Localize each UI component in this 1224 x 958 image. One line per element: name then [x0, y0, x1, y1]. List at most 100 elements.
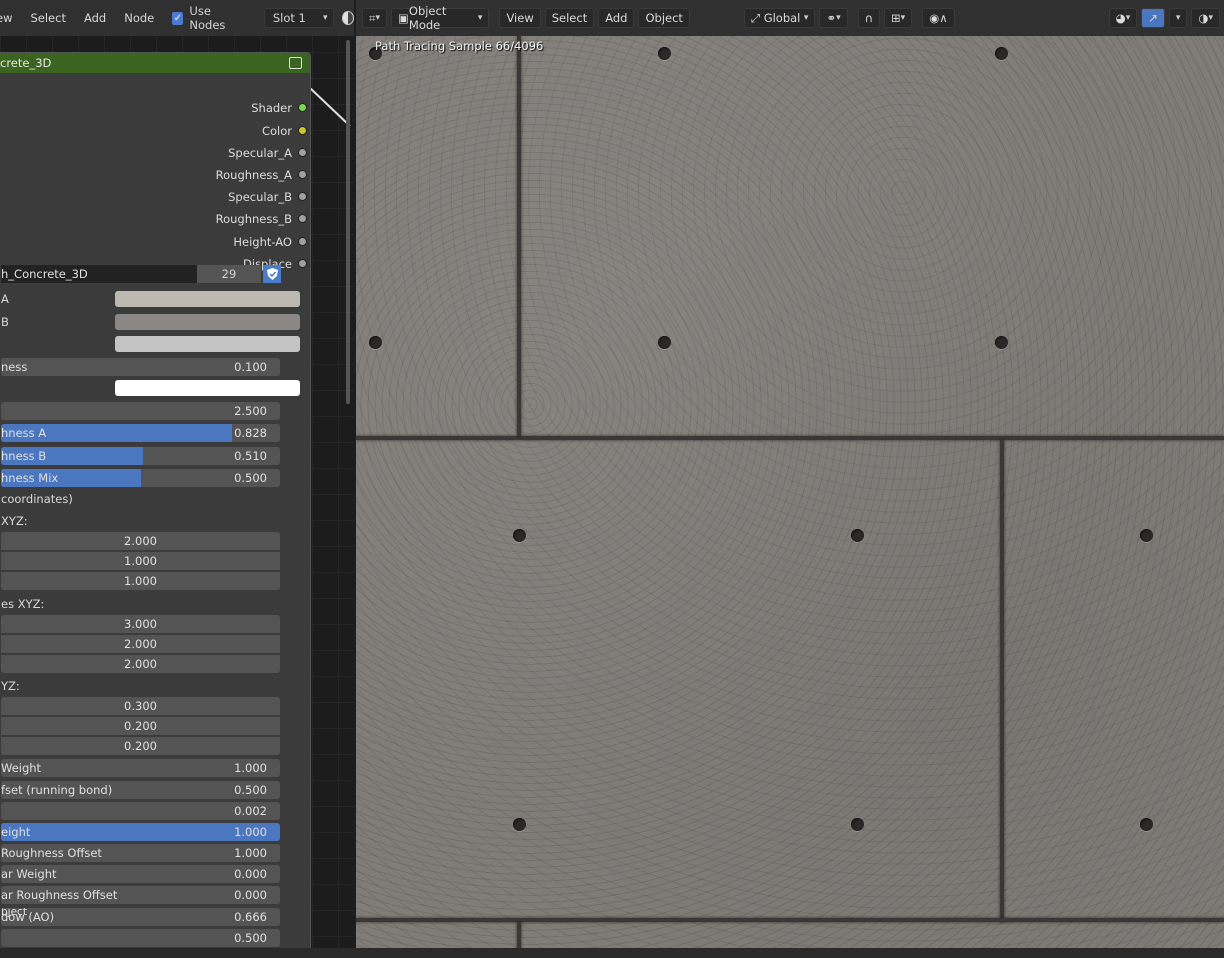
menu-select[interactable]: Select [30, 11, 65, 25]
menu-add[interactable]: Add [84, 11, 106, 25]
xyz-3-z[interactable]: 0.200 [1, 737, 280, 755]
proportional-edit-toggle[interactable]: ◉ ∧ [922, 8, 955, 28]
socket-icon[interactable] [298, 126, 307, 135]
socket-icon[interactable] [298, 237, 307, 246]
xyz-1-z[interactable]: 1.000 [1, 572, 280, 590]
clear-weight-field[interactable]: ar Weight 0.000 [1, 865, 280, 883]
coordinates-label: coordinates) [1, 492, 73, 506]
roughness-offset-field[interactable]: Roughness Offset 1.000 [1, 844, 280, 862]
xyz-1-y[interactable]: 1.000 [1, 552, 280, 570]
object-mode-dropdown[interactable]: ▣ Object Mode ▾ [391, 4, 490, 32]
weight-field[interactable]: Weight 1.000 [1, 759, 280, 777]
editor-type-button[interactable]: ⌗ ▾ [362, 8, 388, 28]
panel-seam [356, 436, 1224, 440]
menu-node[interactable]: Node [124, 11, 154, 25]
scale-field[interactable]: 2.500 [1, 402, 280, 420]
roughness-b-slider[interactable]: hness B 0.510 [1, 447, 280, 465]
field-label: hness A [1, 426, 47, 440]
use-nodes-toggle[interactable]: ✓ Use Nodes [172, 4, 242, 32]
height-weight-slider[interactable]: eight 1.000 [1, 823, 280, 841]
xyz-2-z[interactable]: 2.000 [1, 655, 280, 673]
shadow-ao-field[interactable]: dow (AO) bject 0.666 [1, 908, 280, 926]
small-value-field[interactable]: 0.002 [1, 802, 280, 820]
xyz-2-y[interactable]: 2.000 [1, 635, 280, 653]
snap-toggle[interactable]: ∩ [857, 8, 881, 28]
overlays-dropdown[interactable]: ◑ ▾ [1191, 8, 1220, 28]
snap-target-dropdown[interactable]: ⊞ ▾ [884, 8, 913, 28]
node-group-icon[interactable] [289, 57, 302, 69]
overlapping-label: bject [1, 908, 27, 918]
tie-hole [995, 336, 1008, 349]
field-value: 0.200 [124, 719, 157, 733]
field-value: 0.002 [234, 804, 267, 818]
slot-dropdown[interactable]: Slot 1 ▾ [263, 8, 334, 28]
output-specular-a: Specular_A [228, 145, 307, 161]
checkbox-checked-icon[interactable]: ✓ [172, 11, 184, 25]
roughness-mix-slider[interactable]: hness Mix 0.500 [1, 469, 280, 487]
socket-icon[interactable] [298, 148, 307, 157]
menu-view[interactable]: ew [0, 11, 12, 25]
proportional-icon: ◉ [929, 11, 940, 25]
clear-roughness-offset-field[interactable]: ar Roughness Offset 0.000 [1, 886, 280, 904]
xyz-3-x[interactable]: 0.300 [1, 697, 280, 715]
visibility-dropdown[interactable]: ◕ ▾ [1108, 8, 1138, 28]
menu-view[interactable]: View [499, 8, 541, 28]
shader-node-editor[interactable]: ew Select Add Node ✓ Use Nodes Slot 1 ▾ … [0, 0, 354, 958]
field-value: 1.000 [234, 846, 267, 860]
field-label: hness Mix [1, 471, 59, 485]
gizmo-toggle[interactable]: ↗ [1141, 8, 1165, 28]
pivot-dropdown[interactable]: ⚭ ▾ [819, 8, 848, 28]
menu-select[interactable]: Select [544, 8, 595, 28]
orientation-icon: ⤢ [750, 10, 761, 25]
color-a-swatch[interactable] [115, 291, 300, 307]
menu-object[interactable]: Object [638, 8, 690, 28]
chevron-down-icon: ▾ [323, 13, 328, 23]
panel-seam [517, 36, 521, 436]
output-label: Specular_B [228, 190, 292, 204]
object-mode-icon: ▣ [398, 11, 409, 25]
color-b-label: B [1, 315, 9, 329]
color-b-swatch[interactable] [115, 314, 300, 330]
field-value: 0.000 [234, 867, 267, 881]
panel-seam [1000, 440, 1004, 922]
panel-seam [356, 918, 1224, 922]
roughness-field[interactable]: ness 0.100 [1, 358, 280, 376]
fake-user-shield-icon[interactable] [263, 265, 281, 283]
field-label: Roughness Offset [1, 846, 102, 860]
field-value: 3.000 [124, 617, 157, 631]
xyz-2-x[interactable]: 3.000 [1, 615, 280, 633]
offset-field[interactable]: fset (running bond) 0.500 [1, 781, 280, 799]
node-editor-scrollbar[interactable] [346, 40, 350, 404]
orientation-dropdown[interactable]: ⤢ Global ▾ [743, 8, 816, 28]
field-label: ar Weight [1, 867, 57, 881]
color-c-swatch[interactable] [115, 336, 300, 352]
last-value-field[interactable]: 0.500 [1, 929, 280, 947]
chevron-down-icon: ▾ [1125, 13, 1131, 23]
socket-icon[interactable] [298, 170, 307, 179]
xyz-3-y[interactable]: 0.200 [1, 717, 280, 735]
socket-icon[interactable] [298, 214, 307, 223]
output-label: Height-AO [233, 235, 292, 249]
node-group-users[interactable]: 29 [197, 265, 261, 283]
gizmo-icon: ↗ [1148, 11, 1158, 25]
field-label: ar Roughness Offset [1, 888, 118, 902]
field-value: 0.500 [234, 783, 267, 797]
3d-viewport[interactable]: ⌗ ▾ ▣ Object Mode ▾ View Select Add Objec… [356, 0, 1224, 958]
chevron-down-icon: ▾ [477, 13, 483, 23]
node-group-selector[interactable]: h_Concrete_3D 29 [1, 265, 301, 283]
concrete-group-node[interactable]: crete_3D Shader Color Specular_A Roughne… [0, 52, 311, 958]
roughness-a-slider[interactable]: hness A 0.828 [1, 424, 280, 442]
node-group-name[interactable]: h_Concrete_3D [1, 265, 197, 283]
field-value: 2.000 [124, 534, 157, 548]
menu-add[interactable]: Add [598, 8, 635, 28]
material-preview-icon[interactable] [341, 11, 354, 25]
socket-icon[interactable] [298, 103, 307, 112]
socket-icon[interactable] [298, 192, 307, 201]
xyz-1-x[interactable]: 2.000 [1, 532, 280, 550]
field-value: 0.100 [234, 360, 267, 374]
node-header[interactable]: crete_3D [0, 53, 310, 73]
falloff-icon: ∧ [939, 11, 948, 25]
gizmo-dropdown[interactable]: ▾ [1168, 8, 1188, 28]
color-white-swatch[interactable] [115, 380, 300, 396]
output-roughness-a: Roughness_A [216, 167, 307, 183]
